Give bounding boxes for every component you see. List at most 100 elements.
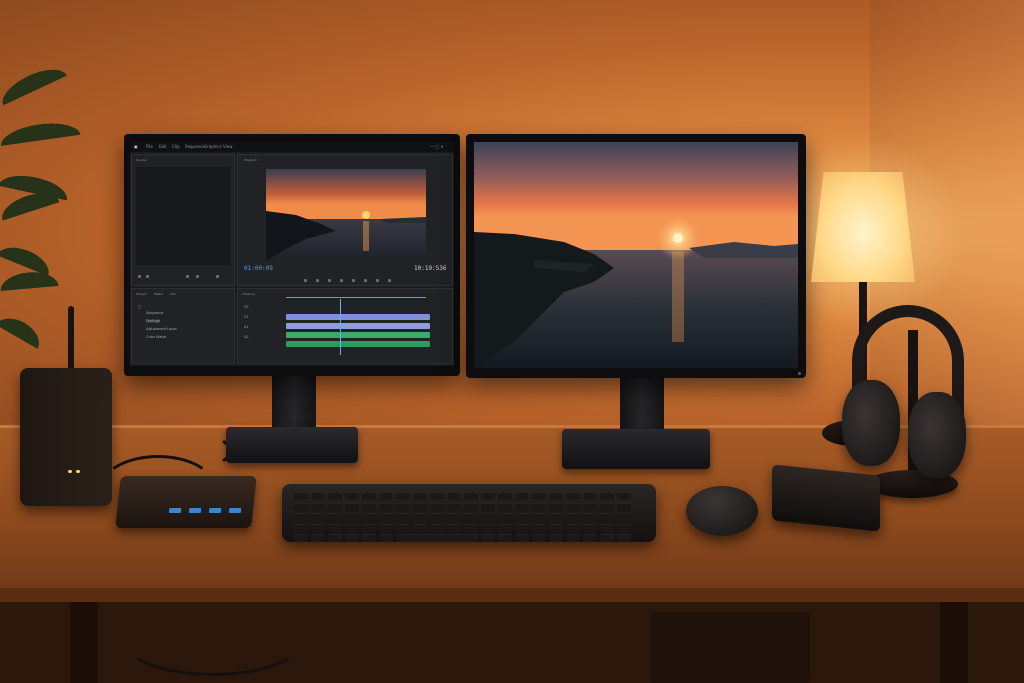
file-row[interactable]: Sequence bbox=[146, 311, 163, 315]
keyboard-key[interactable] bbox=[532, 502, 546, 511]
keyboard-key[interactable] bbox=[379, 534, 393, 542]
file-row[interactable]: Color Matte bbox=[146, 335, 166, 339]
keyboard-key[interactable] bbox=[447, 513, 461, 521]
window-controls-icon[interactable]: — □ ✕ bbox=[430, 144, 444, 149]
keyboard-key[interactable] bbox=[481, 523, 495, 532]
keyboard-key[interactable] bbox=[583, 513, 597, 521]
keyboard-key[interactable] bbox=[566, 523, 580, 532]
keyboard-key[interactable] bbox=[345, 534, 359, 542]
file-row[interactable]: Footage bbox=[146, 319, 161, 323]
keyboard-key[interactable] bbox=[566, 502, 580, 511]
video-clip[interactable] bbox=[286, 314, 430, 320]
keyboard-key[interactable] bbox=[583, 523, 597, 532]
keyboard-key[interactable] bbox=[430, 513, 444, 521]
rewind-icon[interactable] bbox=[304, 279, 307, 282]
keyboard-key[interactable] bbox=[464, 502, 478, 511]
keyboard-key[interactable] bbox=[583, 492, 597, 500]
keyboard-key[interactable] bbox=[362, 523, 376, 532]
video-clip[interactable] bbox=[286, 323, 430, 329]
mark-in-icon[interactable] bbox=[186, 275, 189, 278]
keyboard-key[interactable] bbox=[583, 502, 597, 511]
keyboard-key[interactable] bbox=[328, 502, 342, 511]
menu-sequence[interactable]: Sequence bbox=[185, 144, 205, 149]
keyboard-key[interactable] bbox=[362, 534, 376, 542]
keyboard-key[interactable] bbox=[396, 534, 478, 542]
keyboard-key[interactable] bbox=[345, 523, 359, 532]
keyboard-key[interactable] bbox=[566, 534, 580, 542]
keyboard-key[interactable] bbox=[294, 513, 308, 521]
tab-timeline[interactable]: Timeline bbox=[242, 292, 255, 296]
keyboard-key[interactable] bbox=[311, 502, 325, 511]
keyboard-key[interactable] bbox=[345, 513, 359, 521]
keyboard[interactable] bbox=[282, 484, 656, 542]
menu-graphics[interactable]: Graphics bbox=[204, 144, 222, 149]
keyboard-key[interactable] bbox=[379, 492, 393, 500]
keyboard-key[interactable] bbox=[600, 513, 614, 521]
keyboard-key[interactable] bbox=[447, 492, 461, 500]
keyboard-key[interactable] bbox=[345, 492, 359, 500]
mouse[interactable] bbox=[686, 486, 758, 536]
keyboard-key[interactable] bbox=[447, 523, 461, 532]
file-row[interactable]: Adjustment Layer bbox=[146, 327, 177, 331]
play-button-icon[interactable] bbox=[328, 279, 331, 282]
keyboard-key[interactable] bbox=[549, 502, 563, 511]
keyboard-key[interactable] bbox=[362, 502, 376, 511]
tab-info[interactable]: Info bbox=[170, 292, 176, 296]
keyboard-key[interactable] bbox=[396, 502, 410, 511]
keyboard-key[interactable] bbox=[413, 513, 427, 521]
keyboard-key[interactable] bbox=[515, 492, 529, 500]
step-back-icon[interactable] bbox=[316, 279, 319, 282]
keyboard-key[interactable] bbox=[413, 523, 427, 532]
keyboard-key[interactable] bbox=[566, 513, 580, 521]
keyboard-key[interactable] bbox=[583, 534, 597, 542]
keyboard-key[interactable] bbox=[362, 492, 376, 500]
playhead[interactable] bbox=[340, 299, 341, 355]
keyboard-key[interactable] bbox=[600, 523, 614, 532]
keyboard-key[interactable] bbox=[532, 534, 546, 542]
keyboard-key[interactable] bbox=[447, 502, 461, 511]
keyboard-key[interactable] bbox=[549, 492, 563, 500]
keyboard-key[interactable] bbox=[481, 513, 495, 521]
keyboard-key[interactable] bbox=[617, 523, 631, 532]
keyboard-key[interactable] bbox=[515, 523, 529, 532]
keyboard-key[interactable] bbox=[379, 502, 393, 511]
extract-icon[interactable] bbox=[376, 279, 379, 282]
keyboard-key[interactable] bbox=[600, 534, 614, 542]
keyboard-key[interactable] bbox=[413, 492, 427, 500]
step-icon[interactable] bbox=[146, 275, 149, 278]
keyboard-key[interactable] bbox=[311, 492, 325, 500]
audio-clip[interactable] bbox=[286, 332, 430, 338]
keyboard-key[interactable] bbox=[328, 523, 342, 532]
keyboard-key[interactable] bbox=[430, 492, 444, 500]
keyboard-key[interactable] bbox=[498, 492, 512, 500]
keyboard-key[interactable] bbox=[430, 523, 444, 532]
keyboard-key[interactable] bbox=[379, 523, 393, 532]
keyboard-key[interactable] bbox=[294, 492, 308, 500]
keyboard-key[interactable] bbox=[532, 513, 546, 521]
keyboard-key[interactable] bbox=[294, 523, 308, 532]
keyboard-key[interactable] bbox=[481, 492, 495, 500]
keyboard-key[interactable] bbox=[362, 513, 376, 521]
mark-out-icon[interactable] bbox=[196, 275, 199, 278]
keyboard-key[interactable] bbox=[328, 513, 342, 521]
keyboard-key[interactable] bbox=[413, 502, 427, 511]
lift-icon[interactable] bbox=[364, 279, 367, 282]
tab-program[interactable]: Program bbox=[244, 158, 257, 162]
keyboard-key[interactable] bbox=[464, 523, 478, 532]
keyboard-key[interactable] bbox=[396, 492, 410, 500]
keyboard-key[interactable] bbox=[532, 523, 546, 532]
tab-media[interactable]: Media bbox=[154, 292, 163, 296]
keyboard-key[interactable] bbox=[328, 534, 342, 542]
keyboard-key[interactable] bbox=[396, 513, 410, 521]
play-icon[interactable] bbox=[138, 275, 141, 278]
keyboard-key[interactable] bbox=[617, 513, 631, 521]
keyboard-key[interactable] bbox=[498, 502, 512, 511]
keyboard-key[interactable] bbox=[617, 492, 631, 500]
keyboard-key[interactable] bbox=[515, 534, 529, 542]
menu-view[interactable]: View bbox=[223, 144, 233, 149]
keyboard-key[interactable] bbox=[600, 492, 614, 500]
keyboard-key[interactable] bbox=[311, 534, 325, 542]
keyboard-key[interactable] bbox=[464, 513, 478, 521]
tab-project[interactable]: Project bbox=[136, 292, 146, 296]
keyboard-key[interactable] bbox=[328, 492, 342, 500]
